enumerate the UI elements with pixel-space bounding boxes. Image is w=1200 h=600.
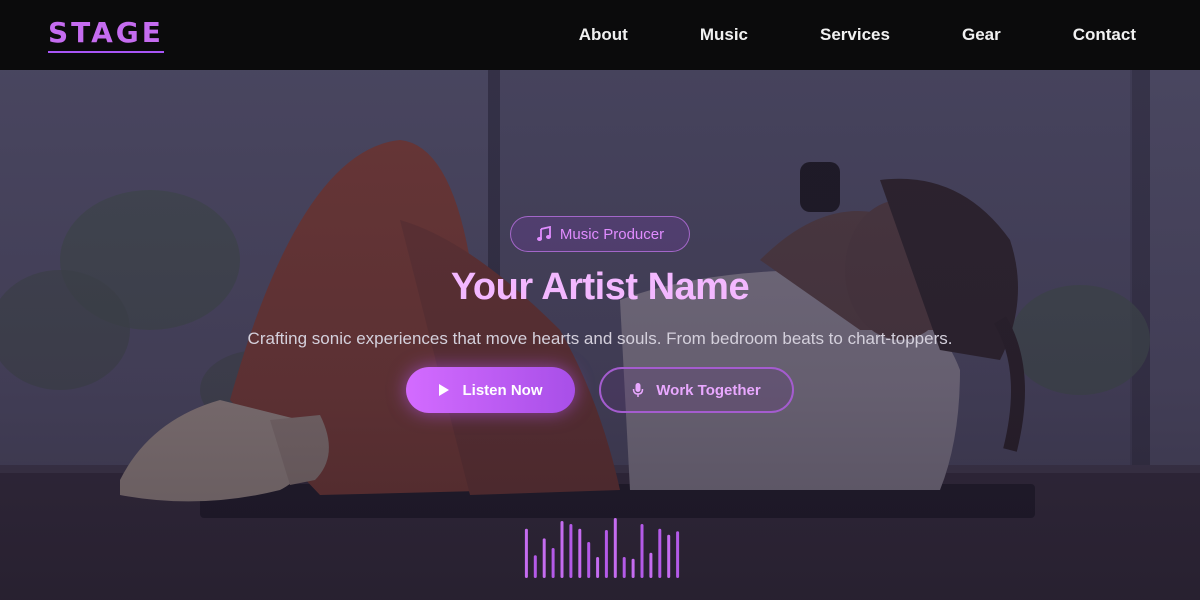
equalizer-bar: [604, 530, 608, 578]
nav-link-about[interactable]: About: [579, 25, 628, 45]
equalizer-bar: [640, 524, 644, 578]
equalizer-bar: [631, 558, 635, 578]
site-logo[interactable]: STAGE: [48, 18, 164, 53]
equalizer-bar: [622, 557, 626, 578]
equalizer-bar: [649, 552, 653, 578]
equalizer-bar: [613, 518, 617, 578]
music-note-icon: [536, 226, 551, 241]
role-badge: Music Producer: [510, 216, 690, 252]
equalizer-bar: [676, 531, 680, 578]
hero-section: Music Producer Your Artist Name Crafting…: [0, 70, 1200, 600]
nav-link-contact[interactable]: Contact: [1073, 25, 1136, 45]
equalizer-bar: [533, 555, 537, 578]
hero-subtitle: Crafting sonic experiences that move hea…: [247, 329, 953, 348]
equalizer-bar: [524, 528, 528, 578]
listen-now-label: Listen Now: [462, 381, 543, 399]
equalizer-bar: [658, 528, 662, 578]
listen-now-button[interactable]: Listen Now: [406, 367, 575, 413]
role-badge-label: Music Producer: [559, 225, 665, 243]
equalizer-bar: [667, 534, 671, 578]
nav-link-services[interactable]: Services: [820, 25, 890, 45]
equalizer-bar: [587, 542, 591, 578]
nav-link-music[interactable]: Music: [700, 25, 748, 45]
nav-links: About Music Services Gear Contact: [579, 0, 1136, 70]
nav-link-gear[interactable]: Gear: [962, 25, 1001, 45]
equalizer-bar: [578, 528, 582, 578]
top-navigation: STAGE About Music Services Gear Contact: [0, 0, 1200, 70]
microphone-icon: [633, 383, 644, 397]
hero-title: Your Artist Name: [450, 266, 750, 308]
equalizer-bar: [551, 548, 555, 578]
play-icon: [439, 384, 450, 396]
hero-content: Music Producer Your Artist Name Crafting…: [0, 70, 1200, 600]
equalizer-bar: [569, 524, 573, 578]
equalizer-bar: [560, 521, 564, 578]
equalizer-bar: [542, 538, 546, 578]
sound-wave-bars: [524, 518, 680, 578]
work-together-button[interactable]: Work Together: [599, 367, 794, 413]
equalizer-bar: [596, 557, 600, 578]
work-together-label: Work Together: [656, 381, 761, 399]
